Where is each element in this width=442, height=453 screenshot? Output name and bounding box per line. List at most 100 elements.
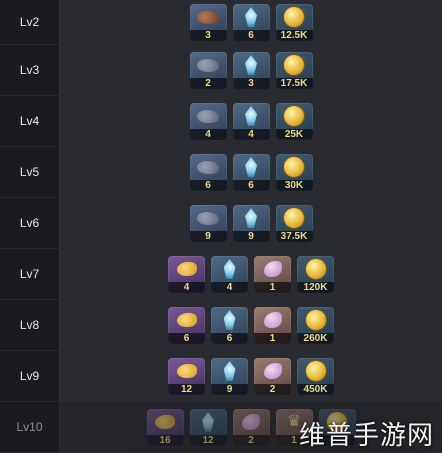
- material-slot[interactable]: 12: [168, 357, 205, 395]
- coin-icon: [284, 157, 304, 177]
- material-count: 9: [189, 230, 227, 242]
- material-count: 450K: [297, 383, 334, 395]
- coin-icon: [305, 259, 326, 279]
- material-slot[interactable]: 9: [211, 357, 248, 395]
- material-count: 260K: [297, 332, 334, 344]
- material-count: 17.5K: [275, 77, 313, 89]
- material-count: 4: [189, 128, 227, 140]
- level-label: Lv4: [0, 96, 60, 146]
- level-row-lv4: Lv4 4 4 25K: [0, 96, 442, 147]
- material-count: 1: [254, 281, 291, 293]
- horn-icon: [155, 415, 175, 429]
- level-row-lv5: Lv5 6 6 30K: [0, 147, 442, 198]
- level-label: Lv3: [0, 45, 60, 95]
- material-count: 12.5K: [275, 29, 313, 41]
- material-count: 6: [232, 29, 270, 41]
- material-slot[interactable]: 4: [232, 102, 270, 140]
- material-count: 16: [146, 434, 184, 446]
- ore-icon: [197, 160, 219, 174]
- material-slot[interactable]: 2: [232, 408, 270, 446]
- cost-items: 2 3 17.5K: [60, 45, 442, 95]
- horn-icon: [176, 262, 197, 276]
- level-label: Lv6: [0, 198, 60, 248]
- cost-items: 9 9 37.5K: [60, 198, 442, 248]
- material-count: 2: [254, 383, 291, 395]
- material-slot[interactable]: 3: [232, 51, 270, 89]
- ore-icon: [197, 10, 219, 24]
- material-slot[interactable]: 4: [189, 102, 227, 140]
- shell-icon: [263, 312, 282, 328]
- material-slot[interactable]: 4: [168, 255, 205, 293]
- level-row-lv3: Lv3 2 3 17.5K: [0, 45, 442, 96]
- upgrade-cost-table: Lv2 3 6 12.5K Lv3 2 3 17.5K Lv4 4 4 25K …: [0, 0, 442, 453]
- material-slot[interactable]: 12.5K: [275, 3, 313, 41]
- level-label: Lv7: [0, 249, 60, 299]
- cost-items: 4 4 1 120K: [60, 249, 442, 299]
- level-row-lv6: Lv6 9 9 37.5K: [0, 198, 442, 249]
- coin-icon: [284, 106, 304, 126]
- material-count: 1: [254, 332, 291, 344]
- material-slot[interactable]: 260K: [297, 306, 334, 344]
- crystal-icon: [245, 55, 257, 75]
- ore-icon: [197, 58, 219, 72]
- crystal-icon: [202, 412, 214, 432]
- cost-items: 12 9 2 450K: [60, 351, 442, 401]
- material-slot[interactable]: 6: [232, 3, 270, 41]
- material-slot[interactable]: 2: [254, 357, 291, 395]
- material-count: 2: [189, 77, 227, 89]
- watermark-text: 维普手游网: [298, 421, 434, 451]
- crystal-icon: [245, 7, 257, 27]
- material-slot[interactable]: 1: [254, 255, 291, 293]
- coin-icon: [305, 361, 326, 381]
- ore-icon: [197, 109, 219, 123]
- material-slot[interactable]: 1: [254, 306, 291, 344]
- coin-icon: [284, 7, 304, 27]
- crystal-icon: [245, 157, 257, 177]
- crystal-icon: [223, 310, 236, 330]
- material-count: 6: [189, 179, 227, 191]
- material-slot[interactable]: 9: [189, 204, 227, 242]
- horn-icon: [176, 313, 197, 327]
- material-slot[interactable]: 6: [189, 153, 227, 191]
- crystal-icon: [245, 106, 257, 126]
- material-count: 30K: [275, 179, 313, 191]
- material-count: 6: [168, 332, 205, 344]
- coin-icon: [284, 55, 304, 75]
- level-row-lv7: Lv7 4 4 1 120K: [0, 249, 442, 300]
- material-slot[interactable]: 2: [189, 51, 227, 89]
- horn-icon: [176, 364, 197, 378]
- material-slot[interactable]: 6: [211, 306, 248, 344]
- level-row-lv8: Lv8 6 6 1 260K: [0, 300, 442, 351]
- material-count: 3: [189, 29, 227, 41]
- level-label: Lv9: [0, 351, 60, 401]
- material-slot[interactable]: 30K: [275, 153, 313, 191]
- material-slot[interactable]: 9: [232, 204, 270, 242]
- level-label: Lv8: [0, 300, 60, 350]
- material-count: 4: [232, 128, 270, 140]
- material-slot[interactable]: 6: [168, 306, 205, 344]
- shell-icon: [242, 414, 260, 430]
- material-slot[interactable]: 6: [232, 153, 270, 191]
- material-slot[interactable]: 16: [146, 408, 184, 446]
- material-count: 12: [168, 383, 205, 395]
- material-slot[interactable]: 17.5K: [275, 51, 313, 89]
- material-slot[interactable]: 450K: [297, 357, 334, 395]
- material-count: 6: [232, 179, 270, 191]
- material-slot[interactable]: 120K: [297, 255, 334, 293]
- shell-icon: [263, 363, 282, 379]
- material-slot[interactable]: 12: [189, 408, 227, 446]
- cost-items: 4 4 25K: [60, 96, 442, 146]
- level-row-lv2: Lv2 3 6 12.5K: [0, 0, 442, 45]
- crystal-icon: [223, 259, 236, 279]
- material-slot[interactable]: 25K: [275, 102, 313, 140]
- coin-icon: [305, 310, 326, 330]
- material-count: 9: [211, 383, 248, 395]
- material-count: 3: [232, 77, 270, 89]
- level-label: Lv5: [0, 147, 60, 197]
- material-count: 25K: [275, 128, 313, 140]
- material-slot[interactable]: 3: [189, 3, 227, 41]
- material-slot[interactable]: 4: [211, 255, 248, 293]
- cost-items: 6 6 30K: [60, 147, 442, 197]
- material-count: 4: [211, 281, 248, 293]
- material-slot[interactable]: 37.5K: [275, 204, 313, 242]
